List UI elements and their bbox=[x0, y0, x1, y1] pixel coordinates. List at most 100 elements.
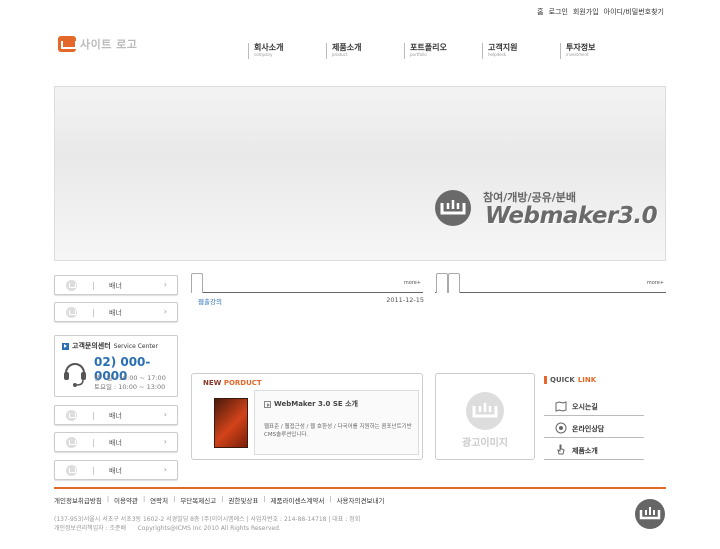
find-account-link[interactable]: 아이디/비밀번호찾기 bbox=[604, 7, 664, 17]
product-title: WebMaker 3.0 SE 소개 bbox=[274, 400, 359, 408]
service-center: 고객문의센터 Service Center 02) 000-0000 평 일 :… bbox=[54, 335, 178, 397]
visual-title: Webmaker3.0 bbox=[485, 203, 658, 229]
banner-label: 배너 bbox=[109, 412, 122, 420]
footer-logo-icon bbox=[635, 499, 665, 529]
product-box-image[interactable] bbox=[214, 398, 248, 448]
banner-icon bbox=[66, 437, 77, 448]
quick-link-label: 온라인상담 bbox=[572, 425, 605, 433]
service-title: 고객문의센터 bbox=[72, 342, 111, 350]
nav-item-product[interactable]: 제품소개 product bbox=[326, 43, 404, 59]
board-tab[interactable] bbox=[191, 273, 203, 293]
list-item[interactable]: 웹출강의 2011-12-15 bbox=[198, 296, 424, 306]
join-link[interactable]: 회원가입 bbox=[573, 7, 599, 17]
nav-sublabel: portfolio bbox=[410, 52, 427, 57]
play-icon bbox=[264, 400, 271, 408]
banner-label: 배너 bbox=[109, 309, 122, 317]
banner-1[interactable]: 배너 › bbox=[54, 275, 178, 295]
quick-link-product[interactable]: 제품소개 bbox=[544, 440, 644, 460]
nav-item-helpdesk[interactable]: 고객지원 helpdesk bbox=[482, 43, 560, 59]
nav-item-portfolio[interactable]: 포트폴리오 portfolio bbox=[404, 43, 482, 59]
banner-icon bbox=[66, 465, 77, 476]
quick-link-prefix: QUICK bbox=[550, 376, 575, 384]
footer-nav: 개인정보취급방침 | 이용약관 | 연락처 | 무단복제신고 | 권한및상표 | 제품라이… bbox=[54, 495, 385, 505]
hours-saturday: 토요일 : 10:00 ~ 13:00 bbox=[94, 383, 166, 391]
utility-nav: 홈 로그인 회원가입 아이디/비밀번호찾기 bbox=[537, 7, 664, 17]
footer-link-license[interactable]: 제품라이센스계약서 bbox=[271, 495, 325, 505]
banner-5[interactable]: 배너 › bbox=[54, 460, 178, 480]
footer-link-terms[interactable]: 이용약관 bbox=[114, 495, 138, 505]
pointer-icon bbox=[557, 444, 565, 455]
new-product-header: NEW PORDUCT bbox=[203, 379, 262, 387]
banner-label: 배너 bbox=[109, 467, 122, 475]
chevron-right-icon: › bbox=[163, 410, 167, 419]
new-product-panel: NEW PORDUCT WebMaker 3.0 SE 소개 웹표준 / 웹접근… bbox=[191, 373, 423, 460]
main-visual: 참여/개방/공유/분배 Webmaker3.0 bbox=[54, 86, 666, 261]
banner-2[interactable]: 배너 › bbox=[54, 302, 178, 322]
nav-label: 포트폴리오 bbox=[410, 43, 447, 52]
footer-link-trademark[interactable]: 권한및상표 bbox=[228, 495, 258, 505]
footer-link-report[interactable]: 무단복제신고 bbox=[180, 495, 216, 505]
footer-info: (137-953)서울시 서초구 서초3동 1602-2 서경빌딩 8층 (주)… bbox=[54, 515, 360, 533]
footer-address: (137-953)서울시 서초구 서초3동 1602-2 서경빌딩 8층 (주)… bbox=[54, 516, 361, 523]
quick-link-consult[interactable]: 온라인상담 bbox=[544, 418, 644, 438]
footer-link-feedback[interactable]: 사용자의견보내기 bbox=[337, 495, 385, 505]
nav-label: 회사소개 bbox=[254, 43, 284, 52]
product-desc: 웹표준 / 웹접근성 / 웹 호환성 / 다국어를 지원하는 콤포넌트기반 CM… bbox=[264, 424, 412, 438]
map-icon bbox=[555, 401, 567, 412]
headset-icon bbox=[64, 363, 86, 387]
board-tab[interactable] bbox=[436, 273, 448, 293]
banner-icon bbox=[66, 307, 77, 318]
quick-link-directions[interactable]: 오시는길 bbox=[544, 396, 644, 416]
footer-manager: 개인정보관리책임자 : 조준배 bbox=[54, 525, 127, 532]
quick-link-label: 제품소개 bbox=[572, 447, 598, 455]
ad-logo-icon bbox=[466, 392, 504, 430]
quick-link-header: QUICK LINK bbox=[544, 376, 644, 384]
post-title[interactable]: 웹출강의 bbox=[198, 296, 222, 306]
nav-sublabel: investment bbox=[566, 52, 589, 57]
service-title-en: Service Center bbox=[113, 342, 158, 350]
nav-item-company[interactable]: 회사소개 company bbox=[248, 43, 326, 59]
board-tabs-1: more+ bbox=[191, 273, 423, 293]
banner-label: 배너 bbox=[109, 282, 122, 290]
post-date: 2011-12-15 bbox=[386, 296, 424, 304]
nav-label: 제품소개 bbox=[332, 43, 362, 52]
header-prefix: NEW bbox=[203, 379, 222, 387]
home-link[interactable]: 홈 bbox=[537, 7, 543, 17]
product-info: WebMaker 3.0 SE 소개 웹표준 / 웹접근성 / 웹 호환성 / … bbox=[254, 390, 419, 455]
footer-link-contact[interactable]: 연락처 bbox=[150, 495, 168, 505]
quick-link-label: 오시는길 bbox=[572, 403, 598, 411]
product-title-link[interactable]: WebMaker 3.0 SE 소개 bbox=[264, 399, 358, 409]
footer-link-privacy[interactable]: 개인정보취급방침 bbox=[54, 495, 102, 505]
nav-sublabel: product bbox=[332, 52, 348, 57]
header-accent: PORDUCT bbox=[223, 379, 262, 387]
nav-sublabel: helpdesk bbox=[488, 52, 507, 57]
board-tabs-2: more+ bbox=[435, 273, 666, 293]
nav-item-investment[interactable]: 투자정보 investment bbox=[560, 43, 638, 59]
main-nav: 회사소개 company 제품소개 product 포트폴리오 portfoli… bbox=[248, 43, 638, 59]
chevron-right-icon: › bbox=[163, 465, 167, 474]
chat-icon bbox=[555, 422, 567, 434]
hours-weekday: 평 일 : 10:00 ~ 17:00 bbox=[94, 374, 166, 382]
chevron-right-icon: › bbox=[163, 307, 167, 316]
logo-icon bbox=[58, 36, 77, 52]
more-link[interactable]: more+ bbox=[404, 280, 421, 286]
play-icon bbox=[62, 342, 69, 350]
quick-link: QUICK LINK 오시는길 온라인상담 제품소개 bbox=[544, 376, 644, 460]
logo-text: 사이트 로고 bbox=[80, 38, 138, 51]
webmaker-logo-icon bbox=[435, 190, 471, 226]
nav-label: 투자정보 bbox=[566, 43, 596, 52]
chevron-right-icon: › bbox=[163, 280, 167, 289]
site-logo[interactable]: 사이트 로고 bbox=[58, 36, 137, 52]
quick-link-accent: LINK bbox=[577, 376, 597, 384]
nav-label: 고객지원 bbox=[488, 43, 518, 52]
chevron-right-icon: › bbox=[163, 437, 167, 446]
banner-label: 배너 bbox=[109, 439, 122, 447]
ad-panel[interactable]: 광고이미지 bbox=[435, 373, 535, 460]
footer-divider bbox=[54, 487, 666, 489]
banner-3[interactable]: 배너 › bbox=[54, 405, 178, 425]
footer-copyright: Copyrights@ICMS Inc 2010 All Rights Rese… bbox=[137, 525, 281, 532]
more-link[interactable]: more+ bbox=[647, 280, 664, 286]
board-tab[interactable] bbox=[448, 273, 460, 293]
banner-4[interactable]: 배너 › bbox=[54, 432, 178, 452]
login-link[interactable]: 로그인 bbox=[549, 7, 568, 17]
